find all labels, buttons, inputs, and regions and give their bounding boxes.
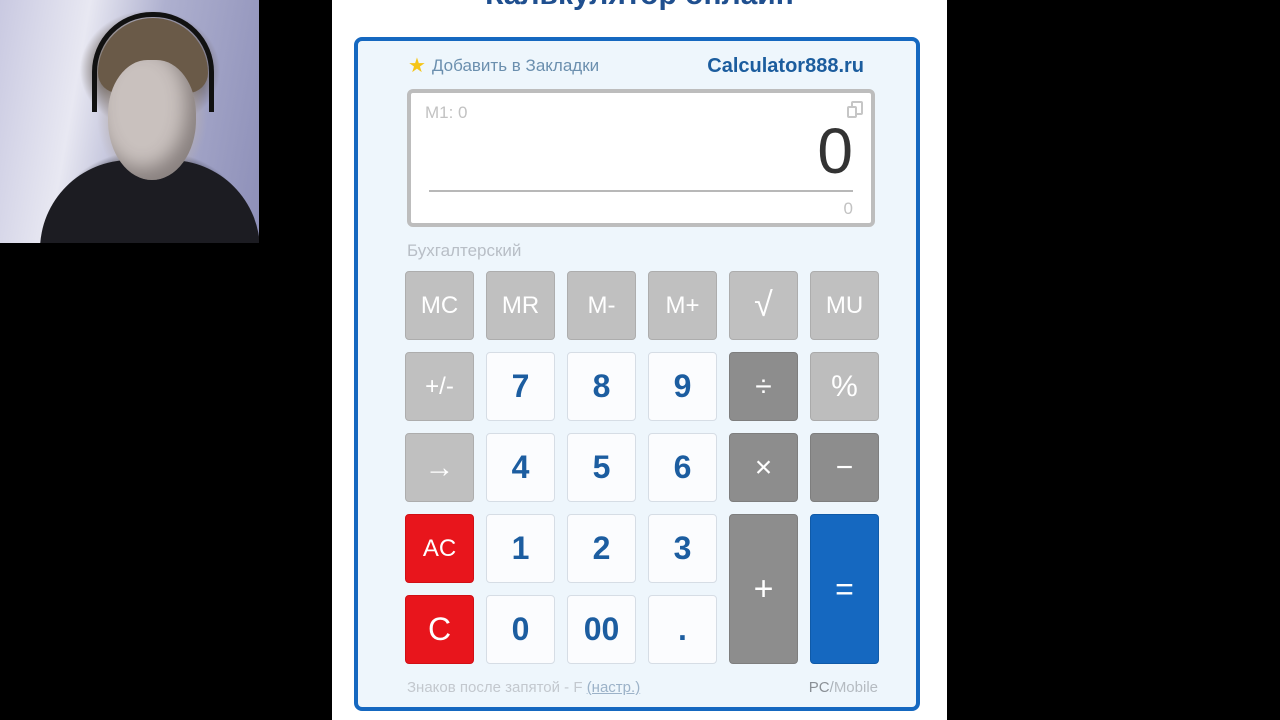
mr-button[interactable]: MR xyxy=(486,271,555,340)
digit-7-button[interactable]: 7 xyxy=(486,352,555,421)
equals-button[interactable]: = xyxy=(810,514,879,664)
digit-1-button[interactable]: 1 xyxy=(486,514,555,583)
webcam-overlay xyxy=(0,0,259,243)
pc-version-link[interactable]: PC xyxy=(809,679,830,696)
headset-icon xyxy=(92,12,214,112)
clear-button[interactable]: C xyxy=(405,595,474,664)
percent-button[interactable]: % xyxy=(810,352,879,421)
digit-2-button[interactable]: 2 xyxy=(567,514,636,583)
plus-button[interactable]: + xyxy=(729,514,798,664)
digit-4-button[interactable]: 4 xyxy=(486,433,555,502)
display-subvalue: 0 xyxy=(843,199,853,218)
site-brand: Calculator888.ru xyxy=(707,55,864,77)
minus-button[interactable]: − xyxy=(810,433,879,502)
digit-9-button[interactable]: 9 xyxy=(648,352,717,421)
mobile-version-link[interactable]: Mobile xyxy=(834,679,878,696)
copy-icon[interactable] xyxy=(847,101,863,118)
bookmark-label: Добавить в Закладки xyxy=(431,56,600,75)
all-clear-button[interactable]: AC xyxy=(405,514,474,583)
backspace-button[interactable]: → xyxy=(405,433,474,502)
decimals-settings-link[interactable]: (настр.) xyxy=(587,679,641,696)
add-bookmark-link[interactable]: ★ Добавить в Закладки xyxy=(408,56,599,76)
multiply-button[interactable]: × xyxy=(729,433,798,502)
display-divider xyxy=(429,190,853,192)
mc-button[interactable]: MC xyxy=(405,271,474,340)
digit-6-button[interactable]: 6 xyxy=(648,433,717,502)
platform-switch: PC/Mobile xyxy=(809,679,878,696)
sqrt-button[interactable]: √ xyxy=(729,271,798,340)
page-title: Калькулятор онлайн xyxy=(332,0,947,12)
page-panel: Калькулятор онлайн ★ Добавить в Закладки… xyxy=(332,0,947,720)
calculator-display: M1: 0 0 0 xyxy=(407,89,875,227)
calculator-mode-label: Бухгалтерский xyxy=(407,241,522,260)
plus-minus-button[interactable]: +/- xyxy=(405,352,474,421)
decimal-point-button[interactable]: . xyxy=(648,595,717,664)
double-zero-button[interactable]: 00 xyxy=(567,595,636,664)
decimals-label: Знаков после запятой - F xyxy=(407,679,583,696)
star-icon: ★ xyxy=(408,55,426,77)
digit-0-button[interactable]: 0 xyxy=(486,595,555,664)
m-plus-button[interactable]: M+ xyxy=(648,271,717,340)
decimals-setting: Знаков после запятой - F (настр.) xyxy=(407,679,640,696)
digit-3-button[interactable]: 3 xyxy=(648,514,717,583)
m-minus-button[interactable]: M- xyxy=(567,271,636,340)
calculator: ★ Добавить в Закладки Calculator888.ru M… xyxy=(354,37,920,711)
display-value: 0 xyxy=(817,115,853,187)
calculator-topbar: ★ Добавить в Закладки Calculator888.ru xyxy=(358,41,916,91)
divide-button[interactable]: ÷ xyxy=(729,352,798,421)
digit-8-button[interactable]: 8 xyxy=(567,352,636,421)
memory-indicator: M1: 0 xyxy=(425,103,468,122)
digit-5-button[interactable]: 5 xyxy=(567,433,636,502)
mu-button[interactable]: MU xyxy=(810,271,879,340)
